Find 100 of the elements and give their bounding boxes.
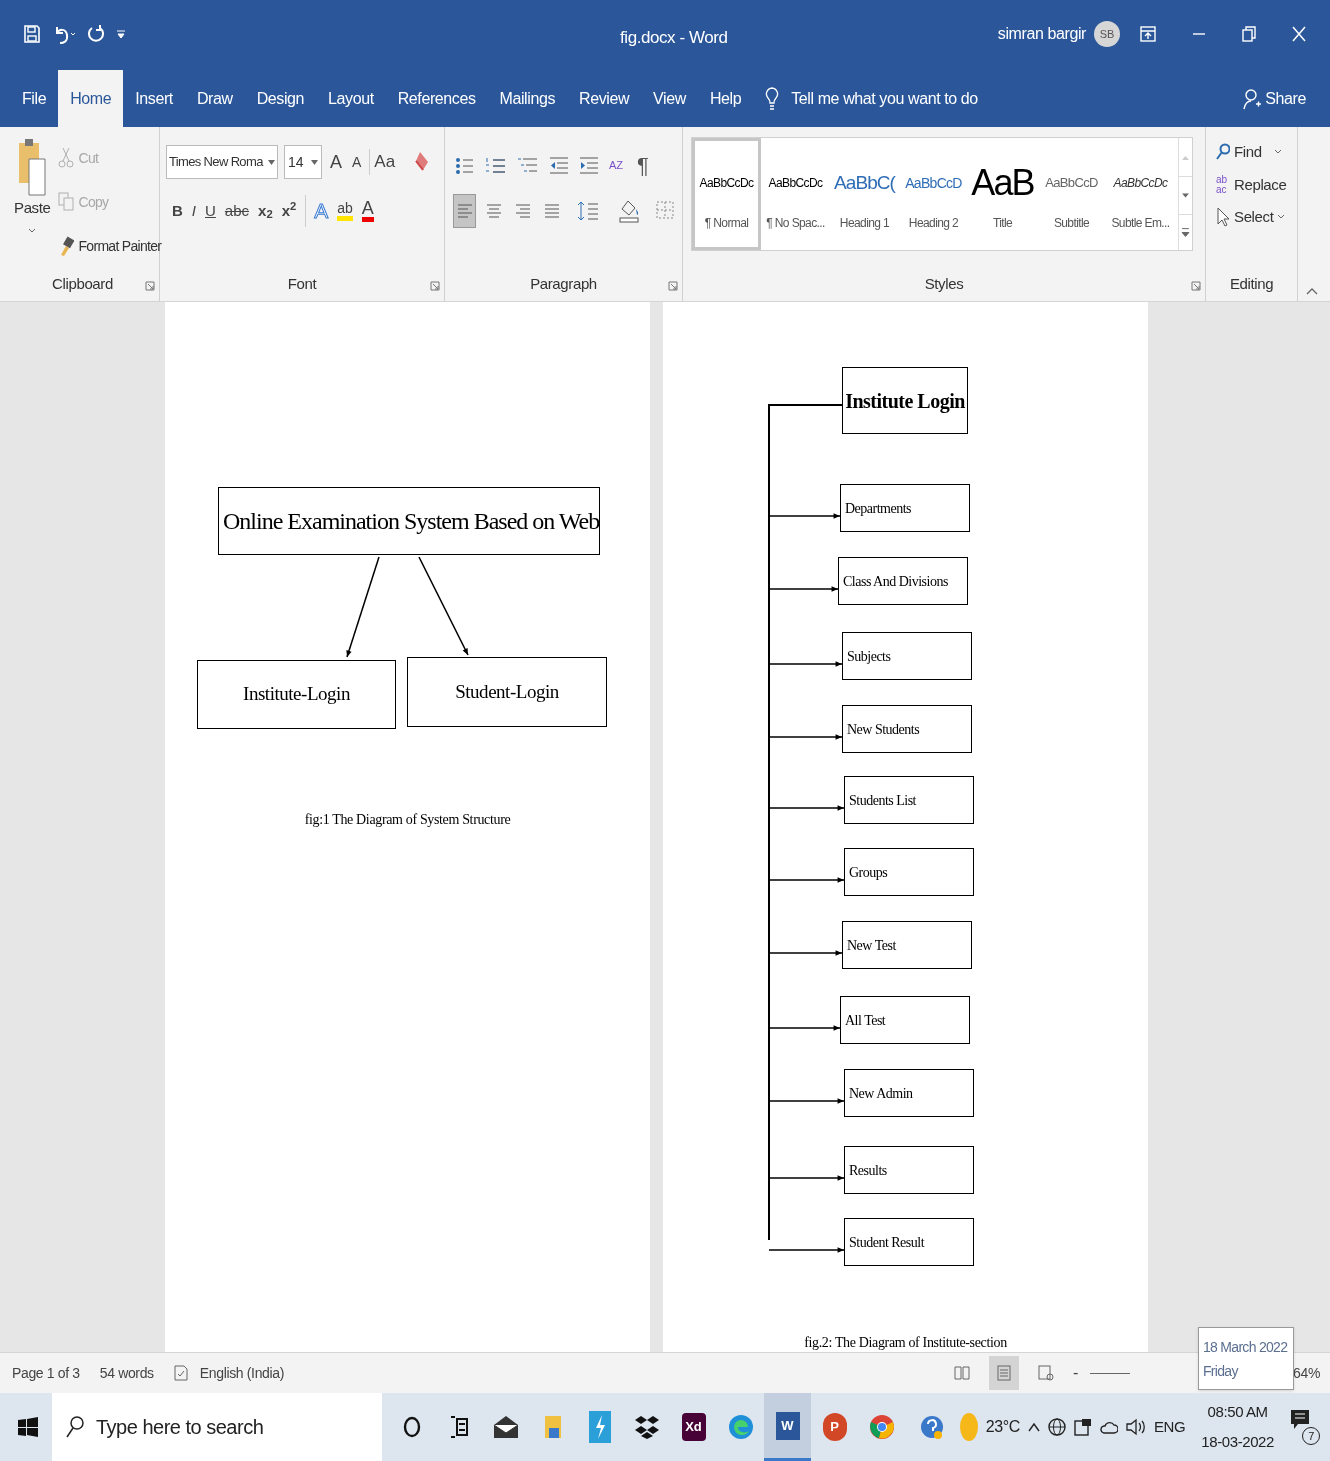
- strikethrough-button[interactable]: abc: [224, 199, 250, 222]
- style-item[interactable]: AaBbCcDc ¶ Normal: [692, 138, 761, 250]
- taskbar-app[interactable]: Xd: [670, 1393, 717, 1461]
- sort-button[interactable]: AZ: [609, 160, 627, 171]
- save-icon[interactable]: [24, 25, 40, 43]
- ribbon-tab[interactable]: Help: [697, 70, 754, 127]
- help-icon[interactable]: [919, 1414, 944, 1440]
- tell-me-search[interactable]: Tell me what you want to do: [791, 86, 978, 111]
- search-icon: [1216, 143, 1230, 162]
- ribbon-tab[interactable]: References: [385, 70, 488, 127]
- diagram-node: Institute Login: [842, 367, 968, 434]
- ribbon-display-options-icon[interactable]: [1140, 26, 1156, 42]
- diagram-node: Student Result: [844, 1218, 974, 1266]
- customize-toolbar-icon[interactable]: [116, 28, 126, 40]
- restore-icon[interactable]: [1242, 26, 1256, 42]
- caret-up-icon[interactable]: [1027, 1422, 1040, 1432]
- diagram-node: All Test: [840, 996, 970, 1044]
- ribbon-tab[interactable]: View: [641, 70, 698, 127]
- clock[interactable]: 08:50 AM 18-03-2022: [1201, 1397, 1274, 1457]
- word-count[interactable]: 54 words: [99, 1362, 154, 1384]
- underline-button[interactable]: U: [205, 199, 216, 222]
- format-painter-button[interactable]: Format Painter: [58, 227, 162, 265]
- person-icon: [1243, 88, 1262, 110]
- font-color-button[interactable]: A: [361, 199, 374, 223]
- ribbon-tab[interactable]: Design: [244, 70, 317, 127]
- dialog-launcher-icon[interactable]: [145, 281, 155, 291]
- dialog-launcher-icon[interactable]: [430, 281, 440, 291]
- decrease-indent-icon[interactable]: [549, 156, 569, 175]
- start-icon[interactable]: [18, 1417, 38, 1437]
- align-lines-icon: [455, 202, 474, 220]
- notification-icon[interactable]: [1290, 1409, 1310, 1431]
- grow-font-button[interactable]: A: [328, 148, 344, 176]
- cloud-icon[interactable]: [1099, 1419, 1118, 1435]
- figure-caption: fig:1 The Diagram of System Structure: [303, 811, 512, 829]
- taskbar-app[interactable]: P: [811, 1393, 858, 1461]
- page-count[interactable]: Page 1 of 3: [12, 1362, 80, 1384]
- paste-button[interactable]: Paste: [14, 137, 51, 265]
- collapse-ribbon-icon[interactable]: [1306, 287, 1318, 295]
- diagram-node: Class And Divisions: [838, 557, 968, 605]
- weather-temperature[interactable]: 23°C: [985, 1415, 1020, 1439]
- subscript-button[interactable]: x$_{2}$: [258, 199, 273, 222]
- close-icon[interactable]: [1292, 26, 1306, 42]
- style-item[interactable]: AaBbC( Heading 1: [830, 138, 899, 250]
- scissors-icon: [58, 147, 75, 169]
- proofing-icon[interactable]: [173, 1365, 188, 1381]
- italic-button[interactable]: I: [191, 199, 196, 222]
- diagram-node: Subjects: [842, 632, 972, 680]
- lightning-icon: [588, 1411, 611, 1443]
- envelope-icon: [492, 1415, 519, 1439]
- ribbon-tab[interactable]: Review: [567, 70, 642, 127]
- superscript-button[interactable]: x$^{2}$: [281, 199, 297, 222]
- device-icon[interactable]: [1073, 1418, 1092, 1436]
- bullets-icon[interactable]: [455, 156, 475, 175]
- zoom-level[interactable]: 64%: [1293, 1362, 1320, 1384]
- dialog-launcher-icon[interactable]: [668, 281, 678, 291]
- language-indicator[interactable]: English (India): [199, 1362, 285, 1384]
- user-avatar[interactable]: SB: [1094, 21, 1120, 47]
- zoom-out-button[interactable]: -: [1073, 1361, 1078, 1385]
- align-left-button[interactable]: [453, 194, 477, 228]
- highlight-button[interactable]: ab: [337, 200, 353, 222]
- diagram-node: New Admin: [844, 1069, 974, 1117]
- group-label: Editing: [1229, 273, 1274, 294]
- style-item[interactable]: AaBbCcDc Subtle Em...: [1106, 138, 1175, 250]
- show-marks-button[interactable]: ¶: [637, 149, 649, 182]
- tooltip-day: Friday: [1203, 1360, 1293, 1381]
- style-item[interactable]: AaBbCcDc ¶ No Spac...: [761, 138, 830, 250]
- align-lines-icon: [514, 202, 533, 220]
- dialog-launcher-icon[interactable]: [1191, 281, 1201, 291]
- font-size-dropdown[interactable]: 14: [284, 145, 322, 179]
- ribbon-tab[interactable]: Insert: [123, 70, 185, 127]
- select-button[interactable]: Select: [1216, 206, 1297, 229]
- taskbar-search-field[interactable]: Type here to search: [52, 1393, 382, 1461]
- speaker-icon[interactable]: [1125, 1418, 1146, 1436]
- ribbon-tab[interactable]: Mailings: [487, 70, 568, 127]
- find-button[interactable]: Find: [1216, 141, 1297, 164]
- bold-button[interactable]: B: [172, 199, 183, 222]
- ribbon-tab[interactable]: File: [10, 70, 59, 127]
- replace-button[interactable]: Replace: [1234, 173, 1287, 196]
- numbering-icon[interactable]: [485, 156, 507, 175]
- multilevel-list-icon[interactable]: [517, 156, 539, 175]
- style-item[interactable]: AaBbCcD Subtitle: [1037, 138, 1106, 250]
- change-case-button[interactable]: Aa: [369, 149, 400, 175]
- word-app-icon: W: [775, 1411, 800, 1440]
- taskbar-app[interactable]: W: [764, 1393, 811, 1461]
- view-icon: [1037, 1364, 1055, 1382]
- globe-icon[interactable]: [1047, 1418, 1066, 1436]
- redo-icon[interactable]: [88, 24, 104, 44]
- style-item[interactable]: AaBbCcD Heading 2: [899, 138, 968, 250]
- share-button[interactable]: Share: [1243, 87, 1306, 111]
- style-item[interactable]: AaB Title: [968, 138, 1037, 250]
- ribbon-tab[interactable]: Draw: [184, 70, 245, 127]
- clipboard-icon: [17, 137, 48, 197]
- font-name-dropdown[interactable]: Times New Roma: [166, 145, 278, 179]
- align-lines-icon: [484, 202, 503, 220]
- input-language[interactable]: ENG: [1153, 1415, 1186, 1439]
- increase-indent-icon[interactable]: [579, 156, 599, 175]
- shrink-font-button[interactable]: A: [350, 151, 364, 173]
- ribbon-tab[interactable]: Home: [58, 70, 124, 127]
- ribbon-tab[interactable]: Layout: [316, 70, 386, 127]
- xd-app-icon: Xd: [681, 1413, 706, 1441]
